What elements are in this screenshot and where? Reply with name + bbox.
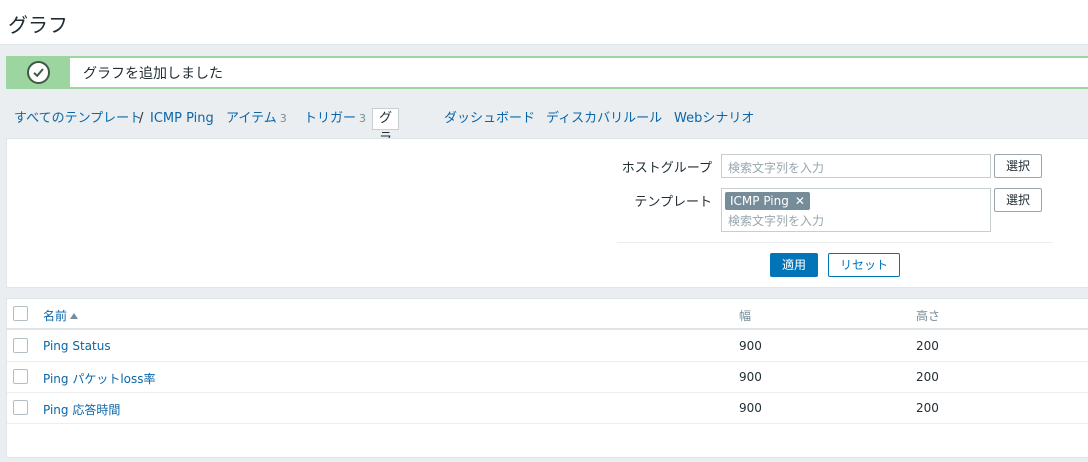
column-width-header: 幅 — [739, 309, 752, 323]
template-select-button[interactable]: 選択 — [994, 188, 1042, 212]
sort-ascending-icon — [70, 313, 79, 319]
host-group-placeholder: 検索文字列を入力 — [728, 161, 825, 175]
graph-height: 200 — [916, 339, 939, 353]
filter-panel: ホストグループ 検索文字列を入力 選択 テンプレート ICMP Ping ✕ 検索… — [6, 138, 1088, 288]
filter-divider — [617, 242, 1053, 243]
template-tag-label: ICMP Ping — [730, 194, 789, 208]
row-checkbox[interactable] — [13, 369, 28, 384]
graphs-table: 名前 幅 高さ Ping Status 900 200 Ping パケットlos… — [6, 298, 1088, 458]
template-placeholder: 検索文字列を入力 — [728, 214, 825, 228]
graph-width: 900 — [739, 401, 762, 415]
tab-triggers-label: トリガー — [304, 111, 357, 126]
page-title: グラフ — [8, 13, 68, 37]
graph-width: 900 — [739, 339, 762, 353]
tab-dashboards[interactable]: ダッシュボード — [444, 108, 535, 130]
template-tag: ICMP Ping ✕ — [725, 192, 810, 210]
graph-height: 200 — [916, 370, 939, 384]
breadcrumb-separator: / — [139, 111, 144, 126]
graph-width: 900 — [739, 370, 762, 384]
tab-items-label: アイテム — [226, 111, 277, 126]
check-circle-icon — [27, 61, 50, 84]
page-header: グラフ — [0, 0, 1088, 45]
host-group-label: ホストグループ — [621, 161, 712, 176]
table-row: Ping 応答時間 900 200 — [7, 393, 1088, 424]
table-row: Ping パケットloss率 900 200 — [7, 362, 1088, 393]
reset-button[interactable]: リセット — [828, 253, 900, 277]
table-header-row: 名前 幅 高さ — [7, 299, 1088, 330]
graph-height: 200 — [916, 401, 939, 415]
row-checkbox[interactable] — [13, 338, 28, 353]
breadcrumb-template[interactable]: ICMP Ping — [150, 108, 214, 130]
message-icon-area — [8, 58, 70, 87]
graph-name-link[interactable]: Ping 応答時間 — [43, 401, 120, 418]
breadcrumb-all-templates[interactable]: すべてのテンプレート — [14, 108, 142, 130]
tab-graphs[interactable]: グラフ3 — [372, 108, 400, 185]
tab-triggers-count: 3 — [359, 112, 367, 125]
column-name-label: 名前 — [43, 309, 68, 323]
template-label: テンプレート — [634, 195, 712, 210]
table-row: Ping Status 900 200 — [7, 331, 1088, 362]
success-message: グラフを追加しました — [6, 56, 1088, 89]
remove-tag-icon[interactable]: ✕ — [795, 192, 805, 210]
message-text: グラフを追加しました — [83, 66, 223, 82]
host-group-input[interactable]: 検索文字列を入力 — [721, 154, 991, 178]
graph-name-link[interactable]: Ping パケットloss率 — [43, 370, 156, 387]
template-input[interactable]: ICMP Ping ✕ 検索文字列を入力 — [721, 188, 991, 232]
tab-discovery-rules[interactable]: ディスカバリルール — [546, 108, 662, 130]
tab-items-count: 3 — [279, 112, 287, 125]
select-all-checkbox[interactable] — [13, 306, 28, 321]
column-name-header[interactable]: 名前 — [43, 307, 79, 324]
tab-items[interactable]: アイテム 3 — [226, 108, 287, 130]
graph-name-link[interactable]: Ping Status — [43, 339, 111, 353]
column-height-header: 高さ — [916, 309, 941, 323]
row-checkbox[interactable] — [13, 400, 28, 415]
tab-triggers[interactable]: トリガー 3 — [304, 108, 366, 130]
apply-button[interactable]: 適用 — [770, 253, 818, 277]
tab-web-scenarios[interactable]: Webシナリオ — [674, 108, 754, 130]
host-group-select-button[interactable]: 選択 — [994, 154, 1042, 178]
